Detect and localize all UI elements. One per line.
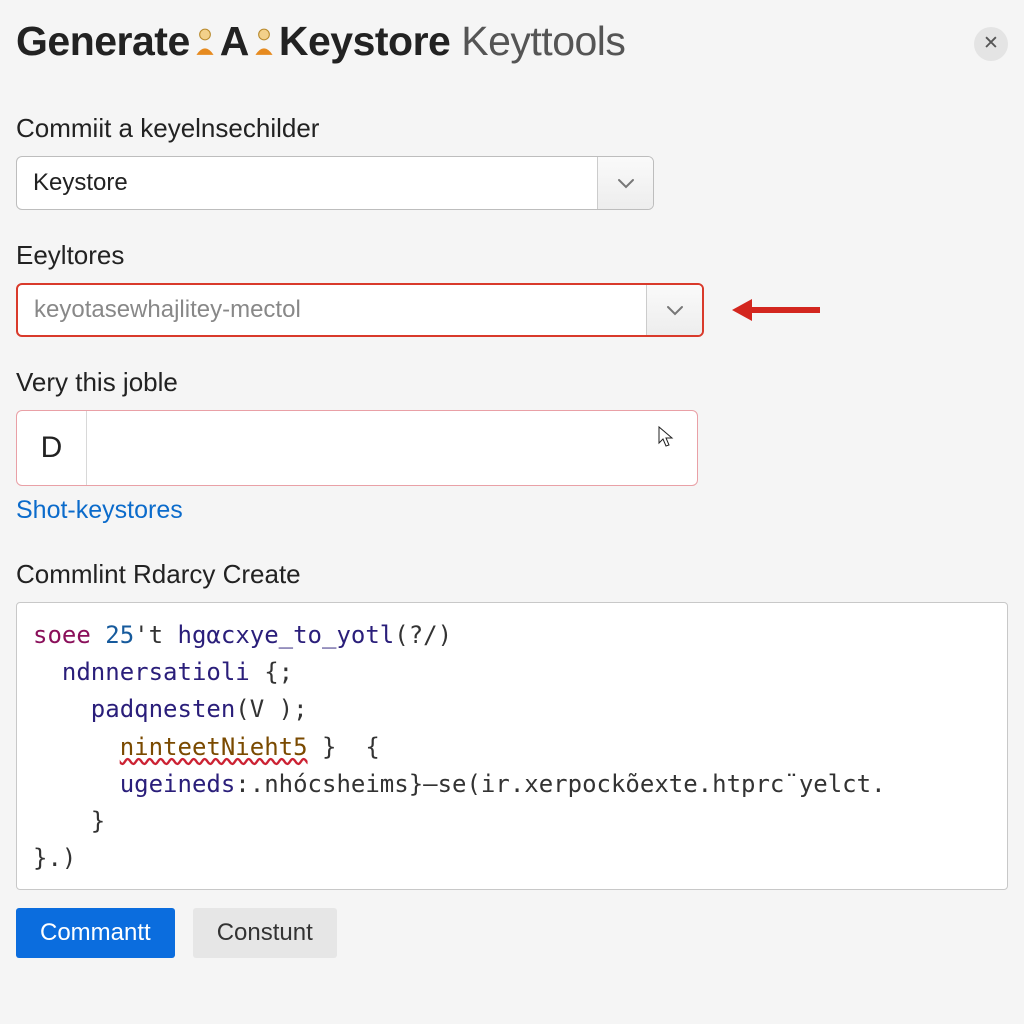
title-word-generate: Generate [16, 18, 190, 65]
command-field-group: Commlint Rdarcy Create soee 25't hgαcxye… [16, 559, 1008, 890]
arrow-left-icon [732, 295, 822, 325]
keystore-combobox[interactable] [16, 156, 654, 210]
job-input-container: D [16, 410, 698, 486]
secondary-button[interactable]: Constunt [193, 908, 337, 958]
command-code-block[interactable]: soee 25't hgαcxye_to_yotl(?/) ndnnersati… [16, 602, 1008, 890]
title-word-keystore: Keystore [279, 18, 450, 65]
person-icon-2 [251, 27, 277, 57]
eeyltores-combobox-input[interactable] [18, 285, 646, 335]
eeyltores-combobox[interactable] [16, 283, 704, 337]
keystore-combobox-toggle[interactable] [597, 157, 653, 209]
close-icon: ✕ [983, 32, 999, 55]
job-input[interactable] [87, 411, 697, 485]
person-icon [192, 27, 218, 57]
job-field-group: Very this joble D Shot-keystores [16, 367, 1008, 525]
job-input-prefix: D [17, 411, 87, 485]
close-button[interactable]: ✕ [974, 27, 1008, 61]
chevron-down-icon [617, 177, 635, 189]
eeyltores-field-label: Eeyltores [16, 240, 1008, 271]
eeyltores-combobox-toggle[interactable] [646, 285, 702, 335]
keystore-combobox-input[interactable] [17, 157, 597, 209]
eeyltores-field-group: Eeyltores [16, 240, 1008, 337]
dialog-footer: Commantt Constunt [16, 908, 1008, 958]
primary-button[interactable]: Commantt [16, 908, 175, 958]
dialog-header: Generate A Keystore Keyttools ✕ [16, 18, 1008, 65]
dialog-title: Generate A Keystore Keyttools [16, 18, 625, 65]
cursor-icon [657, 425, 675, 452]
shot-keystores-link[interactable]: Shot-keystores [16, 496, 183, 525]
dialog-container: Generate A Keystore Keyttools ✕ Co [0, 0, 1024, 958]
title-word-a: A [220, 18, 249, 65]
title-word-keyttools: Keyttools [461, 18, 625, 65]
command-field-label: Commlint Rdarcy Create [16, 559, 1008, 590]
keystore-field-group: Commiit a keyelnsechilder [16, 113, 1008, 210]
keystore-field-label: Commiit a keyelnsechilder [16, 113, 1008, 144]
job-field-label: Very this joble [16, 367, 1008, 398]
chevron-down-icon [666, 304, 684, 316]
